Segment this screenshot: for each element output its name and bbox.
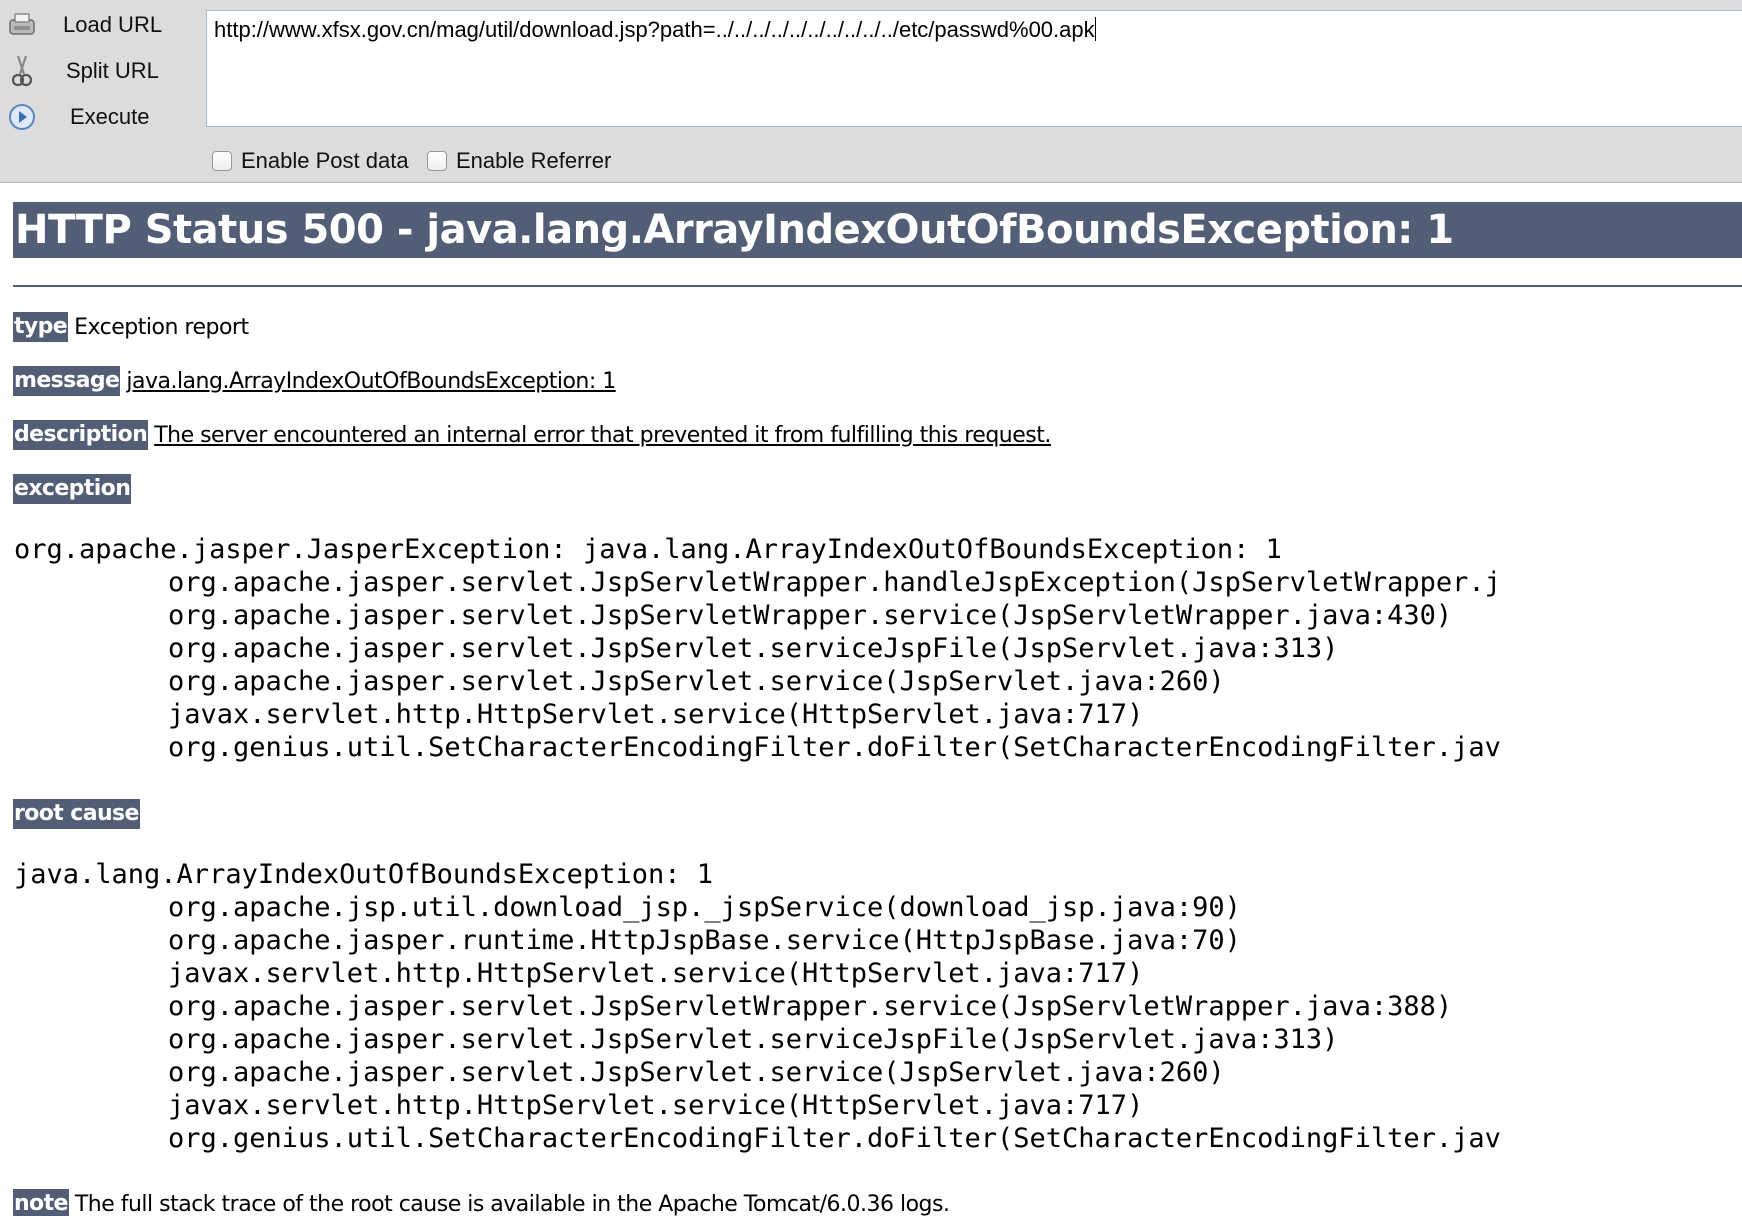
description-value: The server encountered an internal error…	[154, 422, 1051, 448]
message-value: java.lang.ArrayIndexOutOfBoundsException…	[126, 368, 616, 394]
message-row: message java.lang.ArrayIndexOutOfBoundsE…	[13, 366, 616, 396]
page-title: HTTP Status 500 - java.lang.ArrayIndexOu…	[13, 202, 1742, 258]
hackbar-toolbar: Load URL Split URL Execute http://www.xf…	[0, 0, 1742, 183]
description-row: description The server encountered an in…	[13, 420, 1051, 450]
load-url-icon	[7, 10, 37, 40]
execute-button[interactable]: Execute	[0, 97, 200, 137]
message-label: message	[13, 366, 121, 396]
stack-frame: org.apache.jasper.runtime.HttpJspBase.se…	[168, 925, 1241, 956]
url-textarea[interactable]: http://www.xfsx.gov.cn/mag/util/download…	[206, 10, 1742, 127]
note-value: The full stack trace of the root cause i…	[74, 1191, 950, 1216]
stack-frame: org.genius.util.SetCharacterEncodingFilt…	[168, 732, 1501, 763]
note-label: note	[13, 1189, 69, 1216]
enable-post-data-checkbox[interactable]: Enable Post data	[212, 146, 409, 176]
type-value: Exception report	[74, 314, 249, 340]
root-cause-stack-trace: java.lang.ArrayIndexOutOfBoundsException…	[14, 858, 1742, 1155]
stack-frame: org.apache.jasper.servlet.JspServletWrap…	[168, 600, 1453, 631]
split-url-label: Split URL	[66, 58, 159, 83]
type-label: type	[13, 312, 69, 342]
exception-stack-trace: org.apache.jasper.JasperException: java.…	[14, 533, 1742, 764]
stack-frame: org.apache.jasper.servlet.JspServletWrap…	[168, 991, 1453, 1022]
stack-frame: org.apache.jasper.servlet.JspServlet.ser…	[168, 633, 1339, 664]
stack-frame: org.apache.jasper.servlet.JspServletWrap…	[168, 567, 1501, 598]
checkbox-box[interactable]	[212, 151, 232, 171]
load-url-label: Load URL	[63, 12, 163, 37]
stack-frame: javax.servlet.http.HttpServlet.service(H…	[168, 958, 1144, 989]
stack-frame: org.apache.jasper.servlet.JspServlet.ser…	[168, 1024, 1339, 1055]
exception-label: exception	[13, 474, 132, 504]
root-cause-row: root cause	[13, 799, 140, 829]
enable-post-data-label: Enable Post data	[241, 148, 409, 173]
load-url-button[interactable]: Load URL	[0, 5, 200, 45]
play-icon	[7, 102, 37, 132]
type-row: type Exception report	[13, 312, 249, 342]
stack-frame: javax.servlet.http.HttpServlet.service(H…	[168, 1090, 1144, 1121]
divider	[13, 285, 1742, 287]
stack-frame: org.apache.jasper.servlet.JspServlet.ser…	[168, 666, 1225, 697]
stack-frame: org.apache.jasper.servlet.JspServlet.ser…	[168, 1057, 1225, 1088]
root-cause-label: root cause	[13, 799, 140, 829]
enable-referrer-label: Enable Referrer	[456, 148, 612, 173]
url-value: http://www.xfsx.gov.cn/mag/util/download…	[214, 17, 1095, 42]
description-label: description	[13, 420, 149, 450]
execute-label: Execute	[70, 104, 150, 129]
stack-frame: org.apache.jsp.util.download_jsp._jspSer…	[168, 892, 1241, 923]
text-caret	[1094, 17, 1096, 41]
note-row: note The full stack trace of the root ca…	[13, 1189, 950, 1216]
stack-frame: javax.servlet.http.HttpServlet.service(H…	[168, 699, 1144, 730]
root-cause-head: java.lang.ArrayIndexOutOfBoundsException…	[14, 859, 713, 890]
split-url-button[interactable]: Split URL	[0, 51, 200, 91]
checkbox-box[interactable]	[427, 151, 447, 171]
stack-frame: org.genius.util.SetCharacterEncodingFilt…	[168, 1123, 1501, 1154]
exception-head: org.apache.jasper.JasperException: java.…	[14, 534, 1282, 565]
enable-referrer-checkbox[interactable]: Enable Referrer	[427, 146, 611, 176]
scissors-icon	[7, 55, 37, 87]
exception-row: exception	[13, 474, 132, 504]
